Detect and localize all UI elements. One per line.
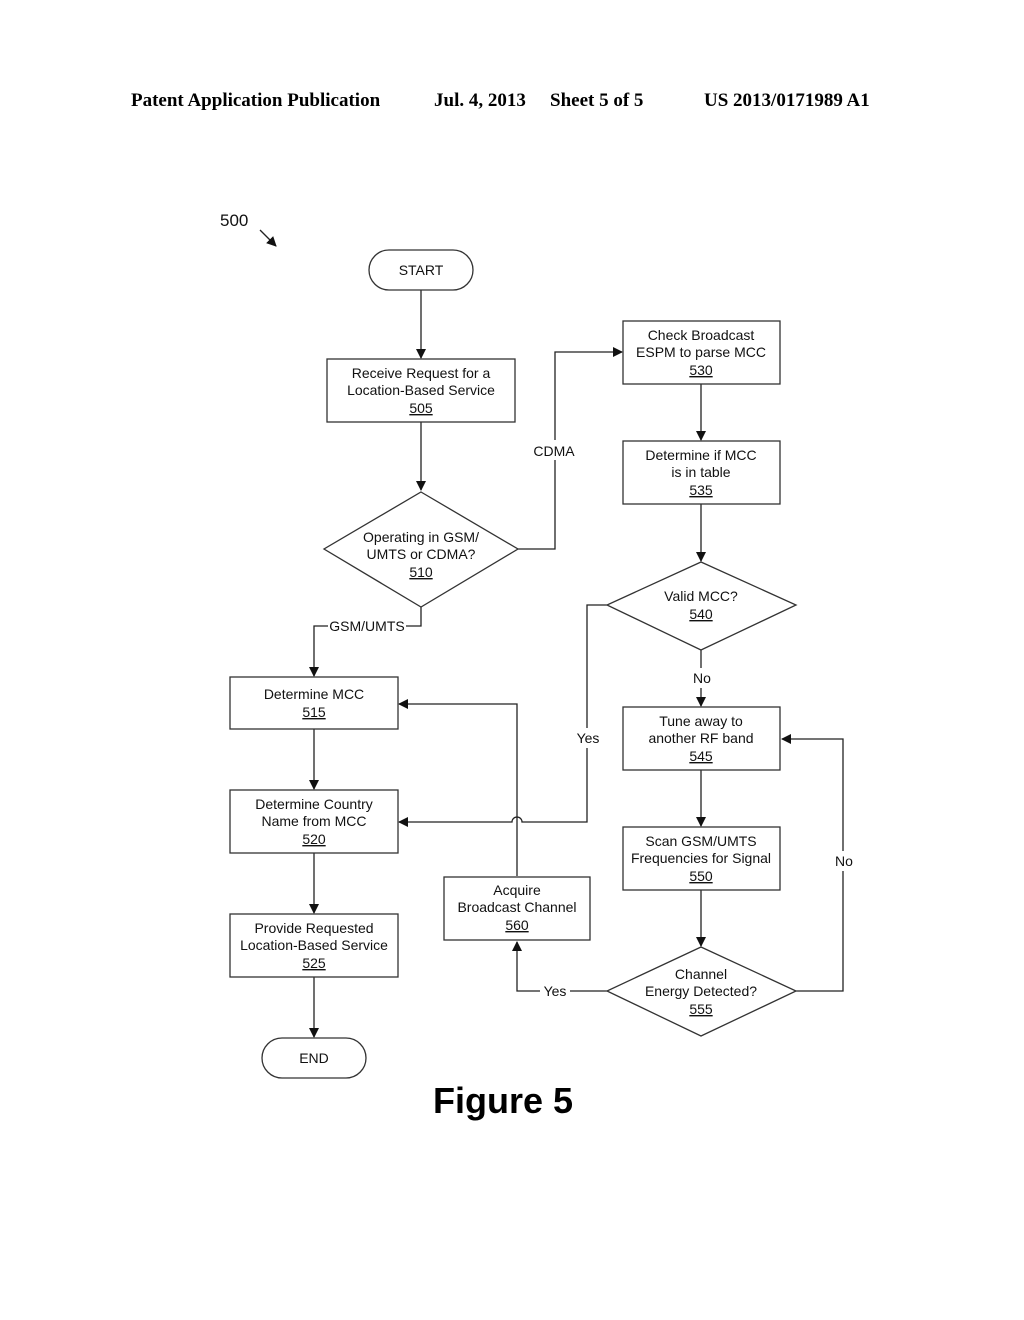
node-505-line-1: Receive Request for a [352,365,491,381]
edge-label-gsm-umts: GSM/UMTS [329,618,404,634]
node-555-line-2: Energy Detected? [645,983,757,999]
node-560-line-2: Broadcast Channel [457,899,576,915]
node-560-ref: 560 [505,917,529,933]
node-505-ref: 505 [409,400,433,416]
node-520-ref: 520 [302,831,326,847]
node-540: Valid MCC? 540 [605,561,798,651]
node-525-line-1: Provide Requested [254,920,373,936]
node-520-line-1: Determine Country [255,796,373,812]
node-515-line-1: Determine MCC [264,686,364,702]
edge-label-yes-540: Yes [577,730,600,746]
node-555: Channel Energy Detected? 555 [605,946,798,1037]
node-555-line-1: Channel [675,966,727,982]
node-510-line-1: Operating in GSM/ [363,529,479,545]
flowchart: 500 CDMA GSM/UMTS Yes No No Yes START EN… [220,211,858,1121]
node-end-label: END [299,1050,329,1066]
figure-label: Figure 5 [433,1080,573,1121]
edge-label-cdma: CDMA [533,443,575,459]
node-530: Check Broadcast ESPM to parse MCC 530 [622,320,781,385]
node-550: Scan GSM/UMTS Frequencies for Signal 550 [622,826,781,891]
node-520: Determine Country Name from MCC 520 [229,789,399,854]
edge-label-no-540: No [693,670,711,686]
node-525-line-2: Location-Based Service [240,937,388,953]
node-end: END [261,1037,367,1079]
node-525-ref: 525 [302,955,326,971]
node-545-ref: 545 [689,748,713,764]
node-505-line-2: Location-Based Service [347,382,495,398]
node-545-line-1: Tune away to [659,713,743,729]
node-505: Receive Request for a Location-Based Ser… [326,358,516,423]
edge-label-no-555: No [835,853,853,869]
node-530-ref: 530 [689,362,713,378]
node-535-ref: 535 [689,482,713,498]
node-535: Determine if MCC is in table 535 [622,440,781,505]
node-510-line-2: UMTS or CDMA? [367,546,476,562]
node-560: Acquire Broadcast Channel 560 [443,876,591,941]
node-535-line-1: Determine if MCC [645,447,756,463]
node-start: START [368,249,474,291]
node-535-line-2: is in table [671,464,730,480]
node-550-ref: 550 [689,868,713,884]
diagram-id-arrow [259,229,277,247]
node-510-ref: 510 [409,564,433,580]
node-515-ref: 515 [302,704,326,720]
node-start-label: START [399,262,444,278]
node-520-line-2: Name from MCC [261,813,366,829]
node-550-line-2: Frequencies for Signal [631,850,771,866]
node-560-line-1: Acquire [493,882,541,898]
node-530-line-1: Check Broadcast [648,327,755,343]
node-555-ref: 555 [689,1001,713,1017]
diagram-id: 500 [220,211,248,230]
node-540-ref: 540 [689,606,713,622]
node-545: Tune away to another RF band 545 [622,706,781,771]
node-545-line-2: another RF band [648,730,753,746]
node-530-line-2: ESPM to parse MCC [636,344,766,360]
node-550-line-1: Scan GSM/UMTS [645,833,756,849]
edge-540-520 [398,604,607,827]
node-525: Provide Requested Location-Based Service… [229,913,399,978]
edge-560-515 [398,699,518,876]
edge-label-yes-555: Yes [544,983,567,999]
node-515: Determine MCC 515 [229,676,399,730]
node-540-line-1: Valid MCC? [664,588,738,604]
node-510: Operating in GSM/ UMTS or CDMA? 510 [322,491,520,608]
